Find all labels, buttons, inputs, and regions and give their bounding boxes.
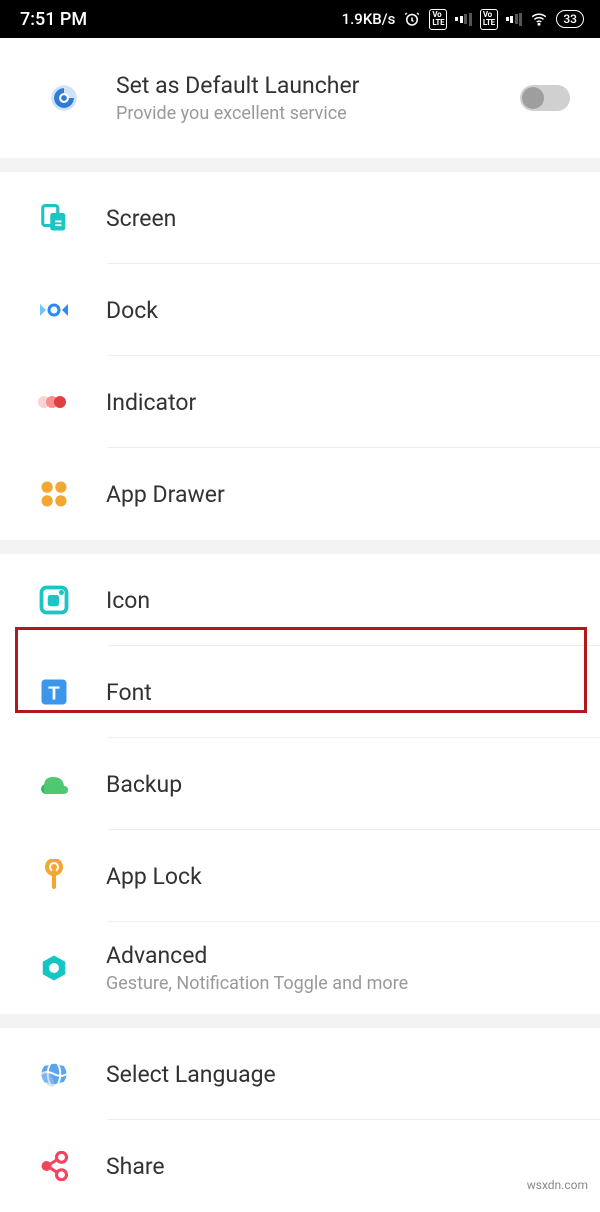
settings-list: Set as Default Launcher Provide you exce… [0, 38, 600, 1212]
volte-icon-2: VoLTE [480, 9, 498, 30]
row-backup[interactable]: Backup [0, 738, 600, 830]
default-launcher-toggle[interactable] [520, 85, 570, 111]
row-label: Screen [106, 205, 570, 232]
row-font[interactable]: T Font [0, 646, 600, 738]
signal-bars-1 [455, 12, 472, 26]
dock-icon [36, 292, 72, 328]
globe-icon [36, 1056, 72, 1092]
row-language[interactable]: Select Language [0, 1028, 600, 1120]
watermark: wsxdn.com [527, 1178, 588, 1192]
row-appdrawer[interactable]: App Drawer [0, 448, 600, 540]
row-label: Icon [106, 587, 570, 614]
settings-gear-icon [46, 80, 82, 116]
row-subtitle: Gesture, Notification Toggle and more [106, 973, 570, 994]
volte-icon-1: VoLTE [429, 9, 447, 30]
applock-icon [36, 858, 72, 894]
advanced-icon [36, 950, 72, 986]
alarm-icon [403, 10, 421, 28]
indicator-icon [36, 384, 72, 420]
row-dock[interactable]: Dock [0, 264, 600, 356]
status-icons: 1.9KB/s VoLTE VoLTE 33 [342, 9, 584, 30]
icon-icon [36, 582, 72, 618]
share-icon [36, 1148, 72, 1184]
row-label: App Lock [106, 863, 570, 890]
row-label: App Drawer [106, 481, 570, 508]
row-applock[interactable]: App Lock [0, 830, 600, 922]
row-share[interactable]: Share [0, 1120, 600, 1212]
signal-bars-2 [506, 12, 523, 26]
row-advanced[interactable]: Advanced Gesture, Notification Toggle an… [0, 922, 600, 1014]
default-launcher-title: Set as Default Launcher [116, 72, 520, 99]
row-icon[interactable]: Icon [0, 554, 600, 646]
row-label: Font [106, 679, 570, 706]
wifi-icon [530, 10, 548, 28]
row-label: Advanced [106, 942, 570, 969]
row-label: Indicator [106, 389, 570, 416]
row-label: Dock [106, 297, 570, 324]
row-label: Select Language [106, 1061, 570, 1088]
battery-icon: 33 [556, 10, 584, 28]
svg-text:T: T [48, 683, 60, 704]
status-time: 7:51 PM [20, 9, 87, 30]
font-icon: T [36, 674, 72, 710]
row-indicator[interactable]: Indicator [0, 356, 600, 448]
row-default-launcher[interactable]: Set as Default Launcher Provide you exce… [0, 38, 600, 158]
row-screen[interactable]: Screen [0, 172, 600, 264]
default-launcher-subtitle: Provide you excellent service [116, 103, 520, 124]
row-label: Backup [106, 771, 570, 798]
row-label: Share [106, 1153, 570, 1180]
status-bar: 7:51 PM 1.9KB/s VoLTE VoLTE 33 [0, 0, 600, 38]
backup-icon [36, 766, 72, 802]
net-speed: 1.9KB/s [342, 10, 396, 28]
screen-icon [36, 200, 72, 236]
appdrawer-icon [36, 476, 72, 512]
